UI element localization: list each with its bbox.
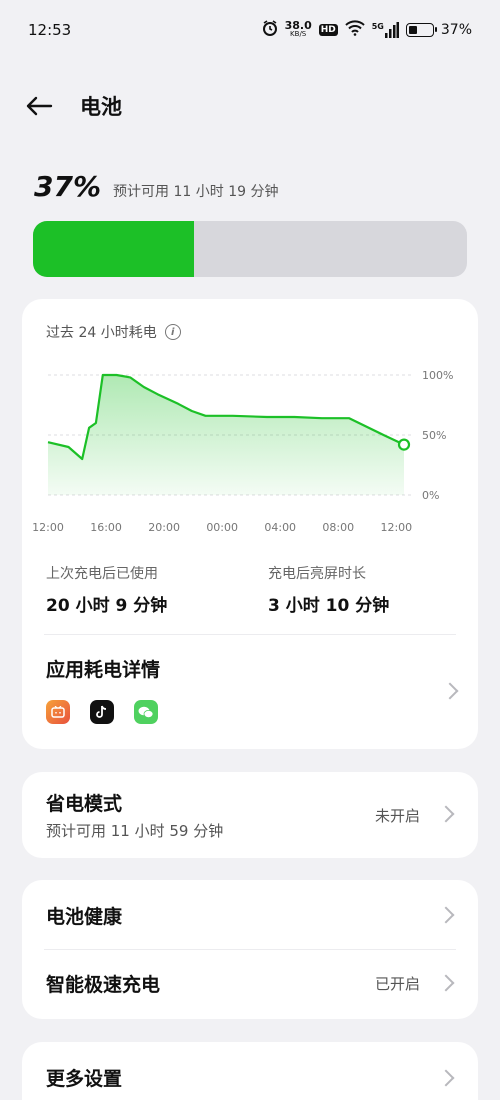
chevron-right-icon [437,1069,455,1087]
x-tick-label: 08:00 [322,521,354,534]
x-tick-label: 12:00 [380,521,412,534]
page-header: 电池 [24,88,122,124]
x-tick-label: 00:00 [206,521,238,534]
x-tick-label: 16:00 [90,521,122,534]
battery-summary: 37% 预计可用 11 小时 19 分钟 [34,170,278,203]
x-tick-label: 20:00 [148,521,180,534]
y-tick-label: 100% [422,369,453,382]
power-saving-title: 省电模式 [46,793,123,815]
battery-health-title: 电池健康 [46,906,123,928]
battery-estimate: 预计可用 11 小时 19 分钟 [113,184,279,200]
battery-settings-card: 电池健康 智能极速充电 已开启 [22,880,478,1019]
fast-charge-row[interactable]: 智能极速充电 已开启 [22,950,478,1019]
usage-area [48,375,404,495]
screen-time-stat: 充电后亮屏时长 3 小时 10 分钟 [268,563,389,616]
app-icons [46,700,458,724]
screen-time-label: 充电后亮屏时长 [268,566,366,582]
more-settings-title: 更多设置 [46,1068,123,1090]
status-icons: 38.0 KB/S HD 5G 37% [262,20,472,40]
info-icon[interactable]: i [164,324,181,340]
chevron-right-icon [437,974,455,992]
y-tick-label: 50% [422,429,446,442]
wechat-icon [134,700,158,724]
last-charge-stat: 上次充电后已使用 20 小时 9 分钟 [46,563,167,616]
back-button[interactable] [24,91,54,121]
battery-usage-chart: 100% 50% 0% 12:00 16:00 20:00 00:00 04:00 08:00 1… [32,369,453,534]
battery-status-text: 37% [440,22,472,38]
battery-percent: 37% [34,170,102,203]
status-time: 12:53 [28,21,72,39]
alarm-icon [262,20,278,40]
last-charge-label: 上次充电后已使用 [46,566,158,582]
last-charge-value: 20 小时 9 分钟 [46,596,168,616]
status-bar: 12:53 38.0 KB/S HD 5G 37% [0,0,500,60]
network-speed: 38.0 KB/S [284,19,312,38]
chart-title: 过去 24 小时耗电 i [46,322,181,342]
usage-chart-card: 过去 24 小时耗电 i 100% 50% 0% 12:00 16:00 20:00 00:… [22,299,478,749]
back-arrow-icon [26,96,53,116]
more-settings-row[interactable]: 更多设置 [22,1042,478,1100]
chart-title-text: 过去 24 小时耗电 [46,325,157,341]
fast-charge-title: 智能极速充电 [46,974,161,996]
signal-5g-icon: 5G [372,22,399,38]
bilibili-icon [46,700,70,724]
app-usage-detail-row[interactable]: 应用耗电详情 [46,655,459,729]
power-saving-subtitle: 预计可用 11 小时 59 分钟 [46,822,224,840]
hd-icon: HD [318,24,338,36]
y-tick-label: 0% [422,489,439,502]
battery-health-row[interactable]: 电池健康 [22,880,478,949]
page-title: 电池 [80,95,122,119]
power-saving-row[interactable]: 省电模式 预计可用 11 小时 59 分钟 未开启 [22,772,478,858]
chevron-right-icon [437,805,455,823]
screen-time-value: 3 小时 10 分钟 [268,596,390,616]
chevron-right-icon [441,682,459,700]
battery-status-icon [405,23,437,37]
fast-charge-status: 已开启 [374,975,420,993]
x-tick-label: 12:00 [32,521,64,534]
power-saving-status: 未开启 [374,807,420,825]
divider [44,634,456,635]
battery-level-bar [33,221,467,277]
tiktok-icon [90,700,114,724]
app-usage-detail-title: 应用耗电详情 [46,659,161,681]
chevron-right-icon [437,906,455,924]
x-tick-label: 04:00 [264,521,296,534]
wifi-icon [345,20,365,40]
current-level-point [397,438,411,451]
battery-level-fill [33,221,194,277]
